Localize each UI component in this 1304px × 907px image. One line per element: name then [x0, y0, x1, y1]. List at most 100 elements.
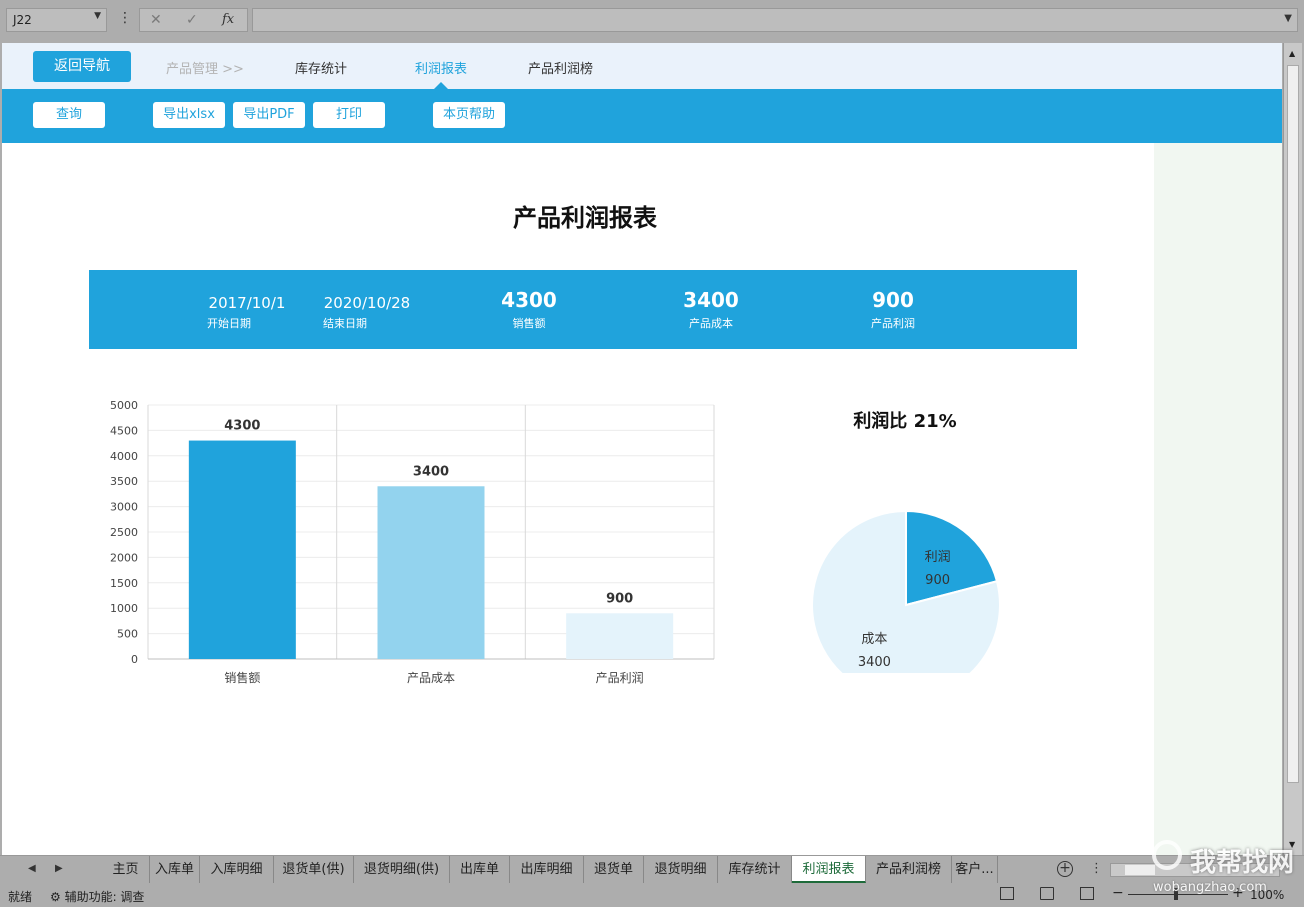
normal-view-icon[interactable]	[1000, 887, 1014, 900]
sheet-tab[interactable]: 入库单	[150, 856, 200, 883]
add-sheet-icon[interactable]: +	[1057, 861, 1073, 877]
more-options-icon[interactable]: ⋮	[118, 10, 132, 26]
vertical-scrollbar[interactable]: ▲ ▼	[1283, 43, 1302, 855]
sheet-tab[interactable]: 出库明细	[510, 856, 584, 883]
kpi-band: 2017/10/1 开始日期 2020/10/28 结束日期 4300 销售额 …	[89, 270, 1077, 349]
accessibility-status[interactable]: ⚙ 辅助功能: 调查	[50, 888, 144, 905]
profit-value: 900	[872, 288, 914, 312]
nav-item-inventory-stats[interactable]: 库存统计	[295, 58, 347, 77]
y-tick-label: 1000	[110, 602, 138, 615]
query-button[interactable]: 查询	[33, 102, 105, 128]
page-break-icon[interactable]	[1080, 887, 1094, 900]
nav-item-profit-ranking[interactable]: 产品利润榜	[528, 58, 593, 77]
bar[interactable]	[566, 613, 674, 659]
export-xlsx-button[interactable]: 导出xlsx	[153, 102, 225, 128]
bar[interactable]	[188, 440, 296, 659]
formula-buttons: ✕ ✓ fx	[139, 8, 248, 32]
magnifier-icon	[1152, 840, 1182, 870]
sheet-tab[interactable]: 退货单(供)	[274, 856, 354, 883]
zoom-out-icon[interactable]: −	[1112, 885, 1124, 901]
enter-icon[interactable]: ✓	[186, 12, 198, 28]
print-button[interactable]: 打印	[313, 102, 385, 128]
tab-scroll-right-icon[interactable]: ▶	[55, 863, 63, 874]
cost-label: 产品成本	[689, 317, 733, 330]
back-to-nav-button[interactable]: 返回导航	[33, 51, 131, 82]
pie-title: 利润比 21%	[853, 410, 956, 432]
y-tick-label: 5000	[110, 399, 138, 412]
data-label: 900	[606, 591, 633, 606]
sheet-tab[interactable]: 入库明细	[200, 856, 274, 883]
watermark-text: 我帮找网	[1190, 848, 1295, 878]
pie-slice-value: 3400	[858, 655, 891, 670]
kpi-cost: 3400 产品成本	[671, 288, 751, 331]
sheet-tab[interactable]: 出库单	[450, 856, 510, 883]
y-tick-label: 2000	[110, 551, 138, 564]
sheet-tab[interactable]: 产品利润榜	[866, 856, 952, 883]
status-ready: 就绪	[8, 890, 33, 904]
kpi-start-date: 2017/10/1 开始日期	[197, 294, 297, 331]
sales-label: 销售额	[512, 317, 546, 330]
y-tick-label: 3000	[110, 501, 138, 514]
chevron-down-icon[interactable]: ▼	[94, 11, 101, 21]
x-tick-label: 销售额	[224, 670, 260, 685]
formula-bar: J22 ▼ ⋮ ✕ ✓ fx ▼	[0, 0, 1304, 43]
x-tick-label: 产品成本	[407, 671, 455, 685]
active-indicator	[434, 82, 448, 89]
sheet-tab[interactable]: 退货明细	[644, 856, 718, 883]
more-options-icon[interactable]: ⋮	[1090, 861, 1103, 876]
cancel-icon[interactable]: ✕	[150, 12, 162, 28]
sheet-tab[interactable]: 库存统计	[718, 856, 792, 883]
pie-slice-label: 利润	[925, 550, 951, 565]
sheet-tab[interactable]: 退货明细(供)	[354, 856, 450, 883]
watermark-url: wobangzhao.com	[1153, 880, 1267, 895]
nav-bar: 返回导航 产品管理 >> 库存统计 利润报表 产品利润榜	[2, 43, 1282, 89]
help-button[interactable]: 本页帮助	[433, 102, 505, 128]
data-label: 4300	[224, 419, 260, 434]
accessibility-label: 辅助功能: 调查	[64, 890, 145, 904]
kpi-end-date: 2020/10/28 结束日期	[315, 294, 419, 331]
y-tick-label: 2500	[110, 526, 138, 539]
data-label: 3400	[413, 464, 449, 479]
sheet-tab[interactable]: 退货单	[584, 856, 644, 883]
bar-chart[interactable]: 0 500 1000 1500 2000 2500 3000 3500 4000 4500 5000…	[102, 393, 722, 693]
name-box-value: J22	[13, 13, 32, 27]
y-tick-label: 0	[131, 653, 138, 666]
scroll-thumb[interactable]	[1287, 65, 1299, 783]
cost-value: 3400	[683, 288, 739, 312]
tab-scroll-left-icon[interactable]: ◀	[28, 863, 36, 874]
pie-slice-value: 900	[925, 573, 950, 588]
y-tick-label: 4500	[110, 424, 138, 437]
export-pdf-button[interactable]: 导出PDF	[233, 102, 305, 128]
formula-input[interactable]: ▼	[252, 8, 1298, 32]
nav-item-product-management[interactable]: 产品管理 >>	[166, 58, 244, 77]
scroll-up-icon[interactable]: ▲	[1289, 49, 1295, 58]
toolbar: 查询 导出xlsx 导出PDF 打印 本页帮助	[2, 89, 1282, 143]
sales-value: 4300	[501, 288, 557, 312]
page-layout-icon[interactable]	[1040, 887, 1054, 900]
sheet-tab[interactable]: 主页	[102, 856, 150, 883]
sheet-tab-bar: ◀ ▶ 主页 入库单 入库明细 退货单(供) 退货明细(供) 出库单 出库明细 退货单 退货明细…	[0, 855, 1304, 883]
start-date-value[interactable]: 2017/10/1	[197, 294, 297, 312]
pie-slice[interactable]	[811, 509, 1001, 673]
insert-function-icon[interactable]: fx	[222, 12, 234, 27]
profit-label: 产品利润	[871, 317, 915, 330]
name-box[interactable]: J22 ▼	[6, 8, 107, 32]
pie-slice-label: 成本	[861, 632, 887, 647]
end-date-value[interactable]: 2020/10/28	[315, 294, 419, 312]
sheet-tab[interactable]: 客户...	[952, 856, 998, 883]
pie-chart[interactable]: 利润比 21% 利润 900 成本 3400	[797, 403, 1017, 673]
start-date-label: 开始日期	[207, 317, 251, 330]
report-title: 产品利润报表	[513, 204, 657, 232]
y-tick-label: 4000	[110, 450, 138, 463]
sheet-tab[interactable]: 利润报表	[792, 856, 866, 883]
end-date-label: 结束日期	[323, 317, 367, 330]
sheet-area[interactable]: 返回导航 产品管理 >> 库存统计 利润报表 产品利润榜 查询 导出xlsx 导…	[2, 43, 1282, 855]
bar[interactable]	[377, 486, 485, 659]
watermark: 我帮找网 wobangzhao.com	[1148, 836, 1304, 902]
kpi-profit: 900 产品利润	[853, 288, 933, 331]
chevron-down-icon[interactable]: ▼	[1284, 13, 1292, 24]
nav-item-profit-report[interactable]: 利润报表	[415, 58, 467, 77]
y-tick-label: 500	[117, 628, 138, 641]
status-bar: 就绪 ⚙ 辅助功能: 调查 − + 100%	[0, 883, 1304, 907]
x-tick-label: 产品利润	[596, 671, 644, 685]
